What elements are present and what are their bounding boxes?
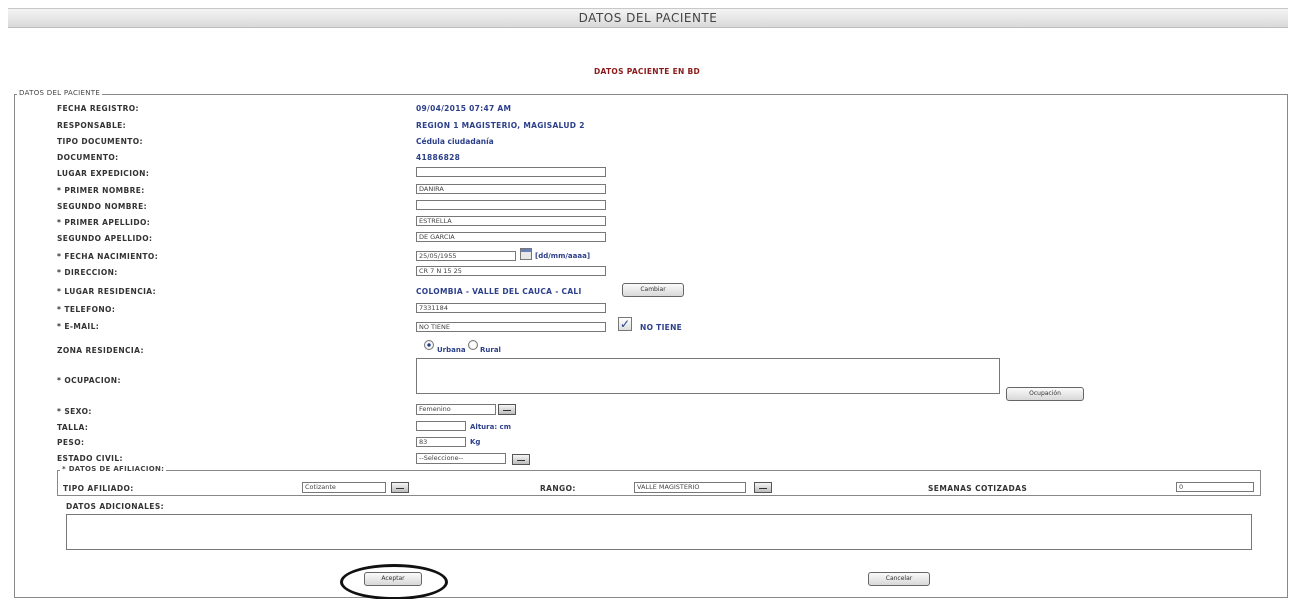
no-tiene-checkbox[interactable]: ✓ bbox=[618, 317, 632, 331]
urbana-radio[interactable] bbox=[424, 340, 434, 350]
label-tipo-afiliado: TIPO AFILIADO: bbox=[63, 484, 134, 493]
segundo-nombre-input[interactable] bbox=[416, 200, 606, 210]
sexo-select[interactable]: Femenino bbox=[416, 404, 496, 415]
value-lugar-residencia: COLOMBIA - VALLE DEL CAUCA - CALI bbox=[416, 287, 582, 296]
semanas-cotizadas-input[interactable]: 0 bbox=[1176, 482, 1254, 492]
primer-nombre-input[interactable]: DANIRA bbox=[416, 184, 606, 194]
label-sexo: * SEXO: bbox=[57, 407, 92, 416]
label-telefono: * TELEFONO: bbox=[57, 305, 116, 314]
label-ocupacion: * OCUPACION: bbox=[57, 376, 121, 385]
fecha-nacimiento-input[interactable]: 25/05/1955 bbox=[416, 251, 516, 261]
label-segundo-apellido: SEGUNDO APELLIDO: bbox=[57, 234, 153, 243]
label-documento: DOCUMENTO: bbox=[57, 153, 119, 162]
primer-apellido-input[interactable]: ESTRELLA bbox=[416, 216, 606, 226]
lugar-expedicion-input[interactable] bbox=[416, 167, 606, 177]
label-primer-apellido: * PRIMER APELLIDO: bbox=[57, 218, 151, 227]
telefono-input[interactable]: 7331184 bbox=[416, 303, 606, 313]
label-primer-nombre: * PRIMER NOMBRE: bbox=[57, 186, 145, 195]
direccion-input[interactable]: CR 7 N 15 25 bbox=[416, 266, 606, 276]
date-format-hint: [dd/mm/aaaa] bbox=[535, 252, 591, 260]
label-lugar-residencia: * LUGAR RESIDENCIA: bbox=[57, 287, 157, 296]
urbana-label: Urbana bbox=[437, 346, 466, 354]
label-zona-residencia: ZONA RESIDENCIA: bbox=[57, 346, 144, 355]
calendar-icon[interactable] bbox=[520, 248, 532, 260]
value-fecha-registro: 09/04/2015 07:47 AM bbox=[416, 104, 512, 113]
talla-unit: Altura: cm bbox=[470, 423, 512, 431]
no-tiene-label: NO TIENE bbox=[640, 323, 683, 332]
cambiar-button[interactable]: Cambiar bbox=[622, 283, 684, 297]
label-semanas-cotizadas: SEMANAS COTIZADAS bbox=[928, 484, 1028, 493]
estado-civil-dropdown-button[interactable] bbox=[512, 454, 530, 465]
label-talla: TALLA: bbox=[57, 423, 89, 432]
segundo-apellido-input[interactable]: DE GARCIA bbox=[416, 232, 606, 242]
label-peso: PESO: bbox=[57, 438, 85, 447]
peso-unit: Kg bbox=[470, 438, 481, 446]
label-rango: RANGO: bbox=[540, 484, 576, 493]
label-fecha-nacimiento: * FECHA NACIMIENTO: bbox=[57, 252, 159, 261]
rural-label: Rural bbox=[480, 346, 501, 354]
label-lugar-expedicion: LUGAR EXPEDICION: bbox=[57, 169, 150, 178]
tipo-afiliado-select[interactable]: Cotizante bbox=[302, 482, 386, 493]
rural-radio[interactable] bbox=[468, 340, 478, 350]
datos-adicionales-textarea[interactable] bbox=[66, 514, 1252, 550]
label-segundo-nombre: SEGUNDO NOMBRE: bbox=[57, 202, 147, 211]
ocupacion-button[interactable]: Ocupación bbox=[1006, 387, 1084, 401]
aceptar-button[interactable]: Aceptar bbox=[364, 572, 422, 586]
label-estado-civil: ESTADO CIVIL: bbox=[57, 454, 123, 463]
window-title-bar: DATOS DEL PACIENTE bbox=[8, 8, 1288, 28]
value-responsable: REGION 1 MAGISTERIO, MAGISALUD 2 bbox=[416, 121, 585, 130]
email-input[interactable]: NO TIENE bbox=[416, 322, 606, 332]
sexo-dropdown-button[interactable] bbox=[498, 404, 516, 415]
rango-dropdown-button[interactable] bbox=[754, 482, 772, 493]
label-responsable: RESPONSABLE: bbox=[57, 121, 127, 130]
talla-input[interactable] bbox=[416, 421, 466, 431]
estado-civil-select[interactable]: --Seleccione-- bbox=[416, 453, 506, 464]
label-fecha-registro: FECHA REGISTRO: bbox=[57, 104, 139, 113]
label-direccion: * DIRECCION: bbox=[57, 268, 118, 277]
ocupacion-textarea[interactable] bbox=[416, 358, 1000, 394]
window-title: DATOS DEL PACIENTE bbox=[578, 11, 718, 25]
tipo-afiliado-dropdown-button[interactable] bbox=[391, 482, 409, 493]
value-tipo-documento: Cédula ciudadanía bbox=[416, 137, 494, 146]
afiliacion-legend: * DATOS DE AFILIACION: bbox=[60, 465, 167, 473]
rango-select[interactable]: VALLE MAGISTERIO bbox=[634, 482, 746, 493]
label-tipo-documento: TIPO DOCUMENTO: bbox=[57, 137, 143, 146]
label-datos-adicionales: DATOS ADICIONALES: bbox=[66, 502, 165, 511]
value-documento: 41886828 bbox=[416, 153, 461, 162]
patient-legend: DATOS DEL PACIENTE bbox=[17, 89, 103, 97]
status-message: DATOS PACIENTE EN BD bbox=[593, 67, 701, 76]
peso-input[interactable]: 83 bbox=[416, 437, 466, 447]
cancelar-button[interactable]: Cancelar bbox=[868, 572, 930, 586]
label-email: * E-MAIL: bbox=[57, 322, 100, 331]
